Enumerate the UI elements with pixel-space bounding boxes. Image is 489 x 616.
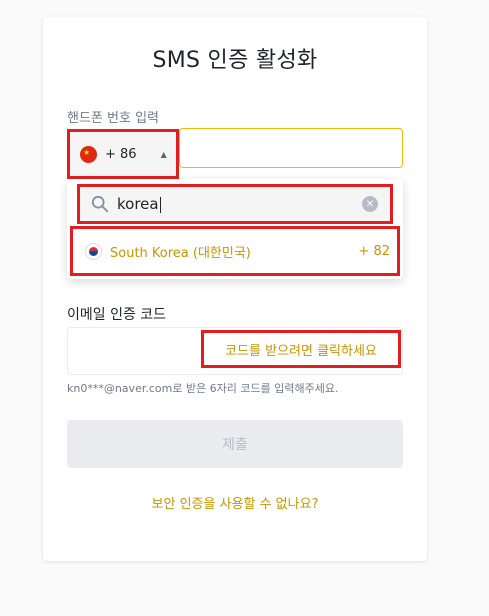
submit-button[interactable]: 제출 (67, 420, 403, 468)
clear-icon[interactable]: ✕ (362, 196, 378, 212)
country-code-value: + 86 (105, 146, 137, 162)
email-code-label: 이메일 인증 코드 (67, 307, 167, 323)
china-flag-icon (80, 145, 97, 163)
country-option-code: + 82 (358, 243, 390, 259)
sms-auth-card: SMS 인증 활성화 핸드폰 번호 입력 + 86 ▲ korea ✕ Sout… (43, 17, 427, 561)
south-korea-flag-icon (85, 242, 102, 260)
get-code-button[interactable]: 코드를 받으려면 클릭하세요 (201, 330, 401, 368)
phone-number-input[interactable] (179, 128, 403, 168)
country-search-input[interactable]: korea ✕ (77, 184, 393, 224)
country-option-south-korea[interactable]: South Korea (대한민국) + 82 (70, 226, 400, 276)
search-value: korea (117, 195, 159, 213)
text-cursor (159, 196, 161, 213)
phone-label: 핸드폰 번호 입력 (67, 111, 159, 126)
country-dropdown: korea ✕ South Korea (대한민국) + 82 (67, 179, 403, 279)
country-option-name: South Korea (대한민국) (110, 245, 251, 261)
email-hint: kn0***@naver.com로 받은 6자리 코드를 입력해주세요. (67, 382, 339, 395)
security-help-link[interactable]: 보안 인증을 사용할 수 없나요? (43, 493, 427, 512)
page-title: SMS 인증 활성화 (152, 48, 318, 73)
caret-up-icon: ▲ (160, 149, 167, 159)
search-icon (91, 195, 109, 213)
country-code-select[interactable]: + 86 ▲ (67, 129, 179, 179)
